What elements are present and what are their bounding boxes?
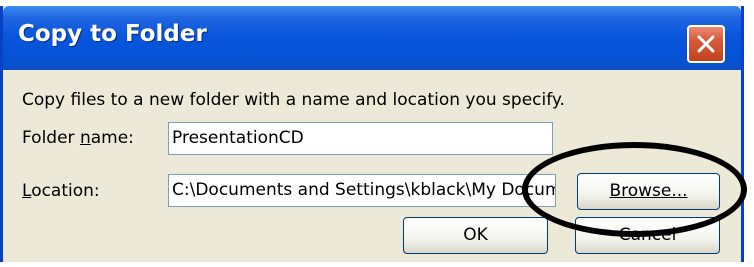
dialog-title: Copy to Folder bbox=[18, 21, 207, 47]
ok-button[interactable]: OK bbox=[403, 217, 548, 254]
title-bar: Copy to Folder bbox=[3, 6, 741, 70]
close-icon bbox=[697, 35, 715, 53]
location-label: Location: bbox=[22, 181, 100, 201]
close-button[interactable] bbox=[687, 25, 725, 63]
dialog-description: Copy files to a new folder with a name a… bbox=[22, 90, 565, 110]
folder-name-input[interactable]: PresentationCD bbox=[168, 122, 553, 155]
highlight-ellipse bbox=[522, 142, 747, 237]
location-input[interactable]: C:\Documents and Settings\kblack\My Docu… bbox=[168, 174, 556, 207]
folder-name-label: Folder name: bbox=[22, 128, 134, 148]
